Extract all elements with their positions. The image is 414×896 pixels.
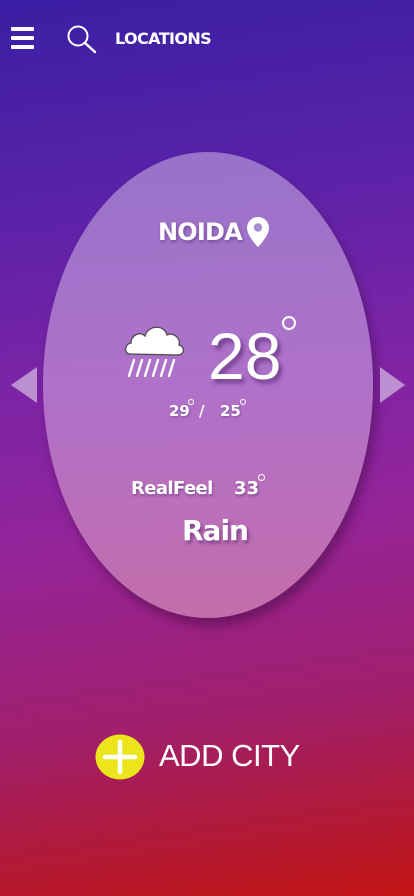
degree-symbol: [282, 316, 296, 330]
plus-circle-icon: [95, 734, 145, 780]
degree-symbol: [188, 399, 194, 405]
city-row: NOIDA: [0, 216, 414, 250]
map-pin-icon: [247, 217, 269, 247]
city-name: NOIDA: [158, 218, 243, 246]
menu-line: [11, 45, 34, 49]
locations-link[interactable]: LOCATIONS: [115, 29, 212, 48]
degree-symbol: [240, 399, 246, 405]
degree-symbol: [258, 474, 265, 481]
hamburger-menu-icon[interactable]: [11, 27, 35, 49]
left-triangle-icon[interactable]: [10, 366, 38, 404]
weather-condition: Rain: [182, 514, 249, 547]
low-temperature: 25: [220, 402, 241, 420]
realfeel-value: 33: [234, 478, 260, 499]
current-temperature: 28: [208, 319, 282, 393]
search-icon[interactable]: [66, 24, 98, 54]
high-low-separator: /: [199, 402, 205, 420]
add-city-button[interactable]: ADD CITY: [95, 734, 315, 782]
rain-cloud-icon: [124, 326, 185, 378]
menu-line: [11, 36, 34, 40]
high-temperature: 29: [169, 402, 190, 420]
top-bar: LOCATIONS: [0, 0, 414, 76]
menu-line: [11, 27, 34, 31]
add-city-label: ADD CITY: [159, 738, 300, 773]
realfeel-label: RealFeel: [131, 478, 213, 499]
right-triangle-icon[interactable]: [379, 366, 407, 404]
